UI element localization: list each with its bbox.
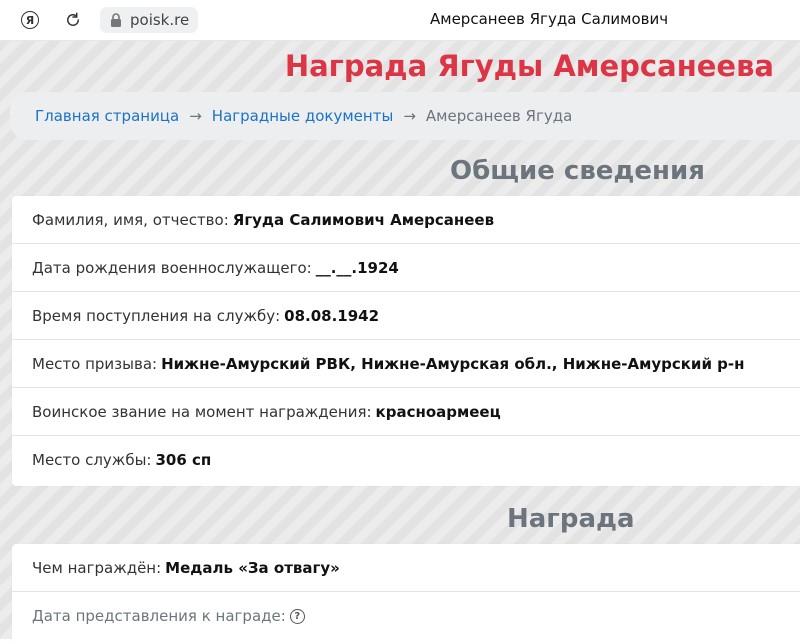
row-value: Медаль «За отвагу»: [165, 558, 340, 577]
general-info-heading: Общие сведения: [450, 156, 705, 186]
row-value: __.__.1924: [315, 258, 399, 277]
page-content: Награда Ягуды Амерсанеева Главная страни…: [0, 41, 800, 644]
row-label: Место призыва:: [32, 354, 158, 373]
info-row-rank: Воинское звание на момент награждения: к…: [12, 388, 800, 436]
info-row-birth-date: Дата рождения военнослужащего: __.__.192…: [12, 244, 800, 292]
general-info-card: Фамилия, имя, отчество: Ягуда Салимович …: [12, 196, 800, 486]
row-value: красноармеец: [375, 402, 501, 421]
question-circle-icon[interactable]: ?: [289, 608, 305, 624]
yandex-icon[interactable]: Я: [18, 8, 42, 32]
info-row-full-name: Фамилия, имя, отчество: Ягуда Салимович …: [12, 196, 800, 244]
reload-icon[interactable]: [61, 8, 85, 32]
breadcrumb: Главная страница → Наградные документы →…: [10, 92, 800, 140]
row-label: Место службы:: [32, 451, 152, 469]
info-row-service-unit: Место службы: 306 сп: [12, 436, 800, 484]
award-card: Чем награждён: Медаль «За отвагу» Дата п…: [12, 544, 800, 644]
award-heading: Награда: [507, 504, 635, 534]
browser-toolbar: Я poisk.re Амерсанеев Ягуда Салимович: [0, 0, 800, 41]
breadcrumb-home-link[interactable]: Главная страница: [35, 107, 179, 125]
row-label: Чем награждён:: [32, 558, 162, 577]
page-title: Награда Ягуды Амерсанеева: [284, 49, 774, 83]
row-value: 306 сп: [155, 451, 212, 469]
breadcrumb-separator: →: [189, 107, 202, 125]
row-label: Дата рождения военнослужащего:: [32, 258, 312, 277]
row-value: 08.08.1942: [284, 306, 380, 325]
row-label: Воинское звание на момент награждения:: [32, 402, 372, 421]
breadcrumb-award-docs-link[interactable]: Наградные документы: [212, 107, 394, 125]
page-tab-title: Амерсанеев Ягуда Салимович: [430, 10, 669, 28]
address-bar[interactable]: poisk.re: [100, 7, 198, 33]
row-value: Ягуда Салимович Амерсанеев: [232, 210, 495, 229]
row-label: Фамилия, имя, отчество:: [32, 210, 229, 229]
award-row-awarded-with: Чем награждён: Медаль «За отвагу»: [12, 544, 800, 592]
award-row-submission-date: Дата представления к награде: ?: [12, 592, 800, 640]
row-label: Время поступления на службу:: [32, 306, 281, 325]
breadcrumb-current: Амерсанеев Ягуда: [425, 107, 573, 125]
breadcrumb-separator: →: [403, 107, 416, 125]
lock-icon: [111, 13, 121, 27]
url-text: poisk.re: [130, 11, 190, 29]
info-row-service-start: Время поступления на службу: 08.08.1942: [12, 292, 800, 340]
row-label: Дата представления к награде:: [32, 607, 286, 625]
row-value: Нижне-Амурский РВК, Нижне-Амурская обл.,…: [161, 354, 745, 373]
info-row-conscription-place: Место призыва: Нижне-Амурский РВК, Нижне…: [12, 340, 800, 388]
